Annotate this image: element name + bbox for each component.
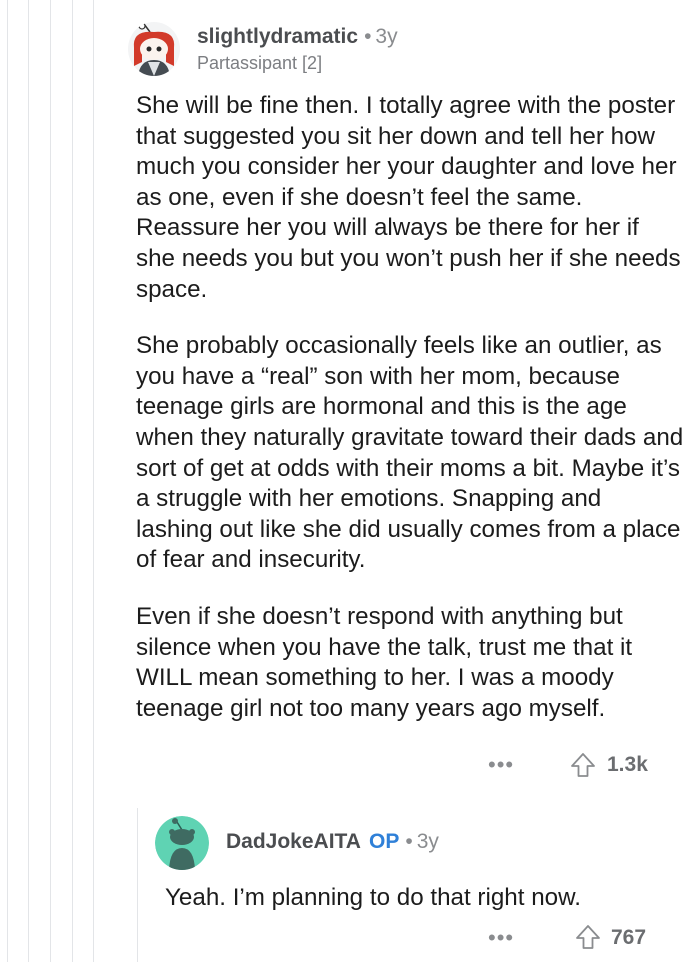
comment-body: She will be fine then. I totally agree w… <box>136 91 684 750</box>
comment-paragraph: Yeah. I’m planning to do that right now. <box>165 884 581 911</box>
timestamp[interactable]: 3y <box>417 830 439 853</box>
separator-dot: • <box>364 25 372 48</box>
snoo-avatar-icon <box>155 816 209 870</box>
comment-meta: DadJokeAITA OP • 3y <box>226 830 439 854</box>
vote-score: 1.3k <box>607 753 648 776</box>
more-options-button[interactable]: ••• <box>488 925 514 951</box>
snoo-avatar-icon <box>129 22 179 76</box>
comment: slightlydramatic • 3y Partassipant [2] She… <box>0 0 700 790</box>
comment-paragraph: She probably occasionally feels like an … <box>136 332 684 574</box>
upvote-arrow-icon <box>576 925 600 949</box>
username-link[interactable]: slightlydramatic <box>197 25 358 48</box>
separator-dot: • <box>405 830 413 853</box>
user-flair: Partassipant [2] <box>197 53 323 73</box>
avatar[interactable] <box>155 816 209 870</box>
timestamp[interactable]: 3y <box>375 25 397 48</box>
more-options-button[interactable]: ••• <box>488 752 514 778</box>
avatar[interactable] <box>128 22 180 76</box>
upvote-button[interactable] <box>570 752 596 778</box>
comment-paragraph: Even if she doesn’t respond with anythin… <box>136 602 633 722</box>
upvote-arrow-icon <box>571 753 595 777</box>
upvote-button[interactable] <box>575 924 601 950</box>
op-badge: OP <box>368 830 400 853</box>
reply-comment: DadJokeAITA OP • 3y Yeah. I’m planning to d… <box>0 800 700 962</box>
comment-body: Yeah. I’m planning to do that right now. <box>165 883 685 940</box>
vote-score: 767 <box>611 926 647 949</box>
comment-meta: slightlydramatic • 3y <box>197 25 398 49</box>
comment-paragraph: She will be fine then. I totally agree w… <box>136 92 681 303</box>
username-link[interactable]: DadJokeAITA <box>226 830 361 853</box>
